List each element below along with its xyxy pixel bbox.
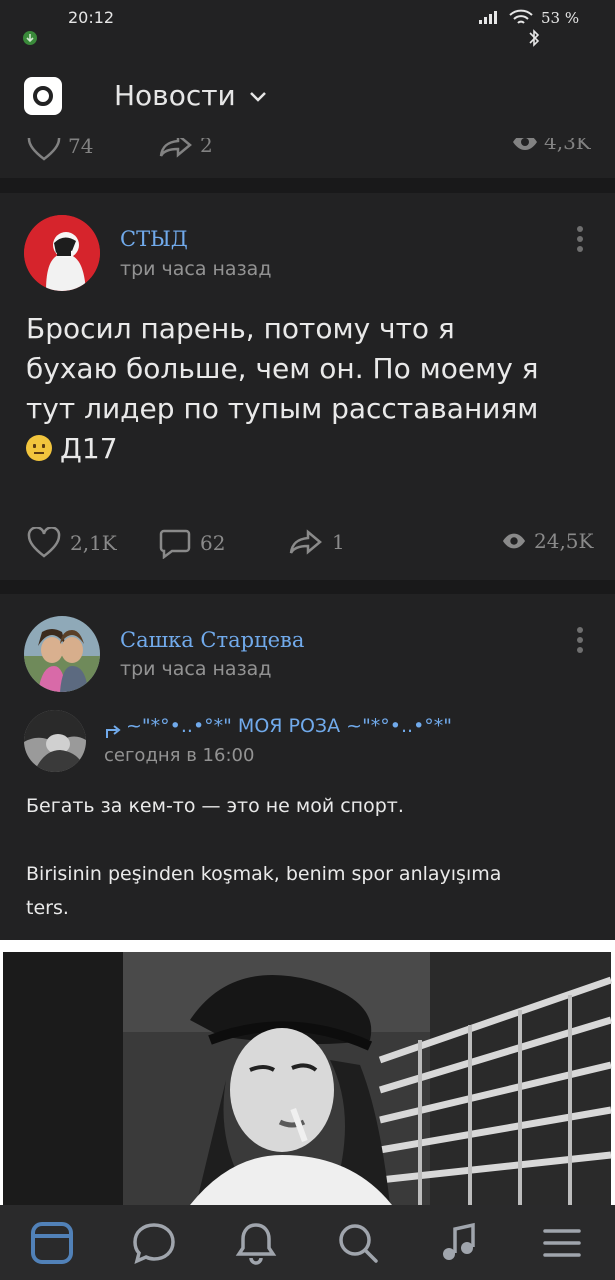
post-time: три часа назад — [120, 658, 272, 680]
previous-post-actions: 74 2 4,3K — [0, 138, 615, 178]
comment-button[interactable]: 62 — [158, 527, 225, 559]
prev-share-button[interactable]: 2 — [158, 138, 213, 160]
music-tab-icon — [443, 1222, 475, 1260]
notifications-tab-icon — [235, 1223, 277, 1265]
bluetooth-icon — [529, 29, 540, 47]
tab-news[interactable] — [28, 1219, 76, 1267]
tab-music[interactable] — [436, 1219, 484, 1267]
avatar[interactable] — [24, 616, 100, 692]
camera-icon — [33, 86, 53, 106]
prev-view-count: 4,3K — [544, 138, 591, 154]
wifi-icon — [509, 9, 533, 24]
avatar-image — [24, 215, 100, 291]
eye-icon — [513, 138, 537, 150]
share-icon — [159, 138, 192, 158]
tab-search[interactable] — [334, 1219, 382, 1267]
signal-icon — [479, 11, 497, 24]
prev-views: 4,3K — [512, 138, 591, 154]
neutral-face-emoji-icon — [26, 435, 52, 461]
repost-author[interactable]: ~"*°•..•°*" МОЯ РОЗА ~"*°•..•°*" — [126, 715, 452, 737]
share-button[interactable]: 1 — [288, 527, 345, 557]
prev-share-count: 2 — [200, 138, 213, 157]
repost-time: сегодня в 16:00 — [104, 745, 255, 766]
more-options-icon[interactable] — [575, 625, 585, 659]
battery-level: 53 % — [541, 9, 580, 27]
comment-icon — [159, 529, 191, 559]
repost-text-tr: Birisinin peşinden koşmak, benim spor an… — [26, 863, 502, 919]
share-count: 1 — [332, 530, 345, 554]
comment-count: 62 — [200, 531, 226, 555]
like-count: 2,1K — [70, 531, 117, 555]
tab-messages[interactable] — [130, 1219, 178, 1267]
share-icon — [289, 529, 322, 555]
status-time: 20:12 — [68, 8, 115, 27]
post-time: три часа назад — [120, 258, 272, 280]
chevron-down-icon[interactable] — [248, 90, 268, 104]
heart-icon — [27, 527, 61, 558]
search-tab-icon — [339, 1224, 378, 1263]
post-card: СТЫД три часа назад Бросил парень, потом… — [0, 193, 615, 580]
app-header — [0, 52, 615, 138]
photo-image — [0, 940, 615, 1205]
repost-arrow-icon — [106, 725, 121, 738]
bottom-tab-bar — [0, 1205, 615, 1280]
avatar[interactable] — [24, 215, 100, 291]
post-text: Бросил парень, потому что я бухаю больше… — [26, 312, 539, 465]
more-options-icon[interactable] — [575, 224, 585, 258]
eye-icon — [502, 533, 526, 549]
avatar-image — [24, 616, 100, 692]
repost-text-ru: Бегать за кем-то — это не мой спорт. — [26, 795, 404, 817]
post-author[interactable]: СТЫД — [120, 227, 188, 251]
like-button[interactable]: 2,1K — [26, 527, 117, 559]
repost-avatar[interactable] — [24, 710, 86, 772]
heart-icon — [27, 138, 61, 161]
prev-like-count: 74 — [68, 138, 94, 158]
view-count: 24,5K — [534, 529, 594, 553]
views: 24,5K — [502, 529, 593, 553]
camera-button[interactable] — [24, 77, 62, 115]
post-photo[interactable] — [0, 940, 615, 1205]
news-tab-icon — [31, 1222, 73, 1264]
prev-like-button[interactable]: 74 — [26, 138, 93, 162]
status-bar: 20:12 53 % — [0, 0, 615, 52]
tab-notifications[interactable] — [232, 1219, 280, 1267]
post-author[interactable]: Сашка Старцева — [120, 628, 304, 652]
download-icon — [23, 31, 37, 45]
messages-tab-icon — [133, 1223, 175, 1265]
tab-menu[interactable] — [538, 1219, 586, 1267]
menu-tab-icon — [543, 1229, 581, 1257]
avatar-image — [24, 710, 86, 772]
page-title[interactable]: Новости — [114, 79, 236, 112]
